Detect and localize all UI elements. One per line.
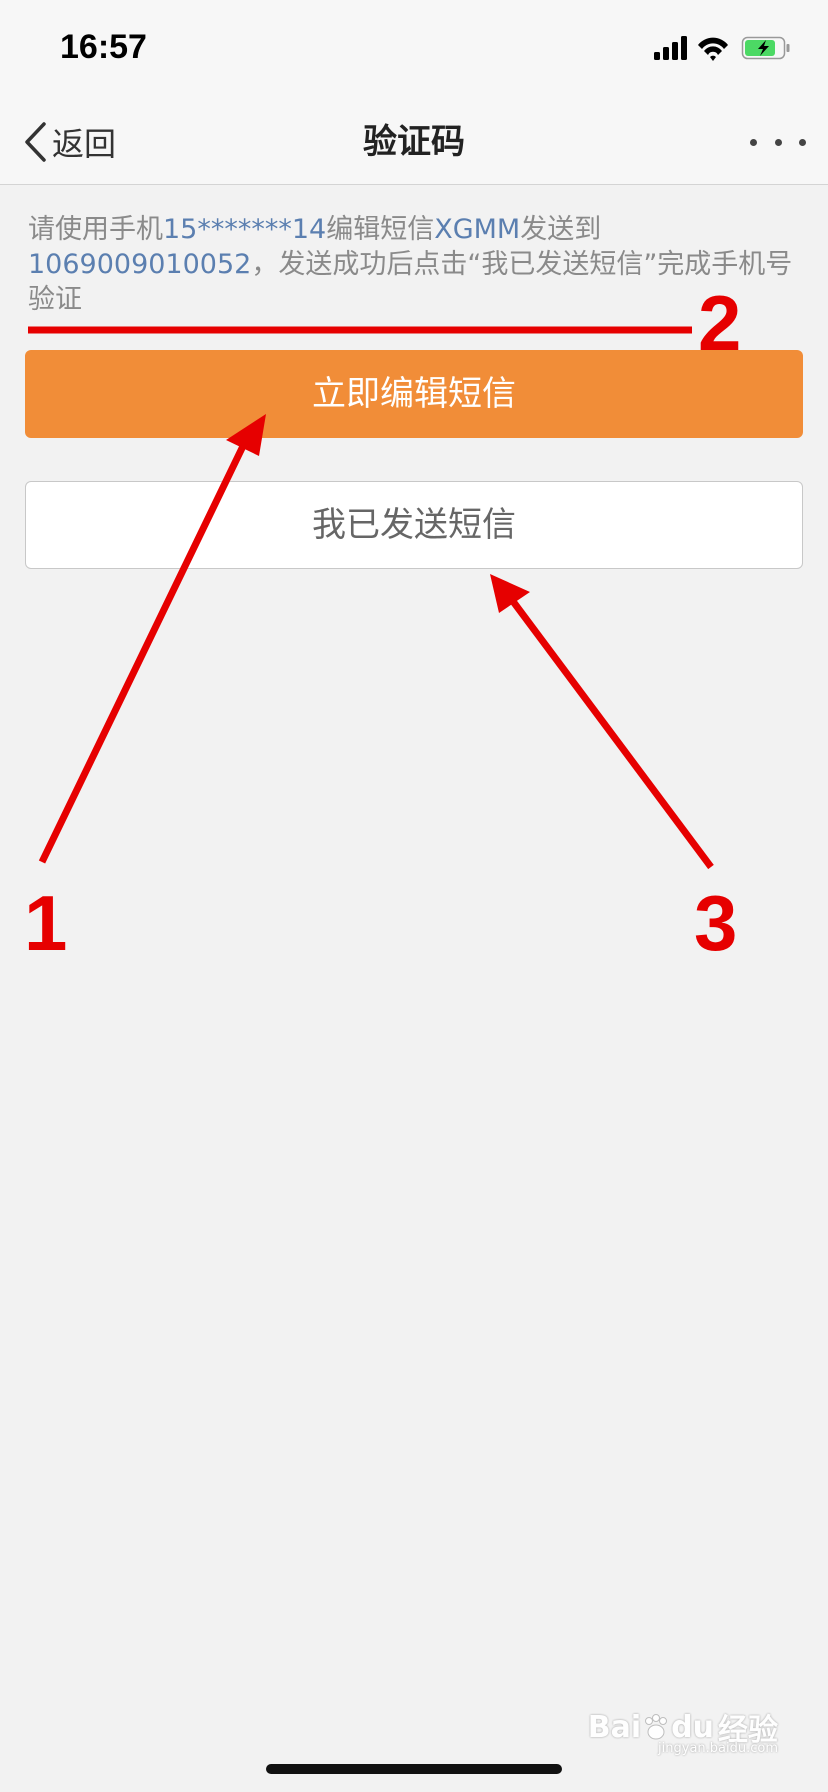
instruction-part: 编辑短信 [326,214,435,245]
cellular-signal-icon [654,36,687,60]
more-icon-dot [799,138,806,146]
watermark-brand: Bai [587,1709,642,1745]
status-bar: 16:57 [0,0,828,100]
sms-code: XGMM [434,214,521,245]
home-indicator [266,1764,562,1774]
paw-icon [645,1714,668,1740]
annotation-arrow-3 [490,574,714,870]
edit-sms-button[interactable]: 立即编辑短信 [25,350,803,438]
more-button[interactable] [750,122,806,162]
more-icon-dot [774,138,782,146]
watermark-brand-2: du [671,1709,714,1745]
battery-charging-icon [741,36,790,60]
sent-sms-button[interactable]: 我已发送短信 [25,481,803,569]
instruction-text: 请使用手机15*******14编辑短信XGMM发送到 1069009010052… [28,212,803,317]
page-title: 验证码 [363,122,465,162]
instruction-part: 发送到 [520,214,602,245]
more-icon [750,138,757,146]
annotation-label-3: 3 [694,879,738,967]
annotation-label-2: 2 [698,279,742,367]
phone-number: 15*******14 [163,214,327,245]
nav-bar: 返回 验证码 [0,100,828,185]
wifi-icon [698,37,728,61]
instruction-part: 请使用手机 [28,214,163,245]
watermark-sub: jingyan.baidu.com [658,1741,778,1756]
status-icons [654,36,790,61]
baidu-watermark: Bai du 经验 jingyan.baidu.com [587,1705,778,1757]
target-number: 1069009010052 [28,249,252,280]
annotation-label-1: 1 [24,879,68,967]
status-time: 16:57 [60,28,147,66]
